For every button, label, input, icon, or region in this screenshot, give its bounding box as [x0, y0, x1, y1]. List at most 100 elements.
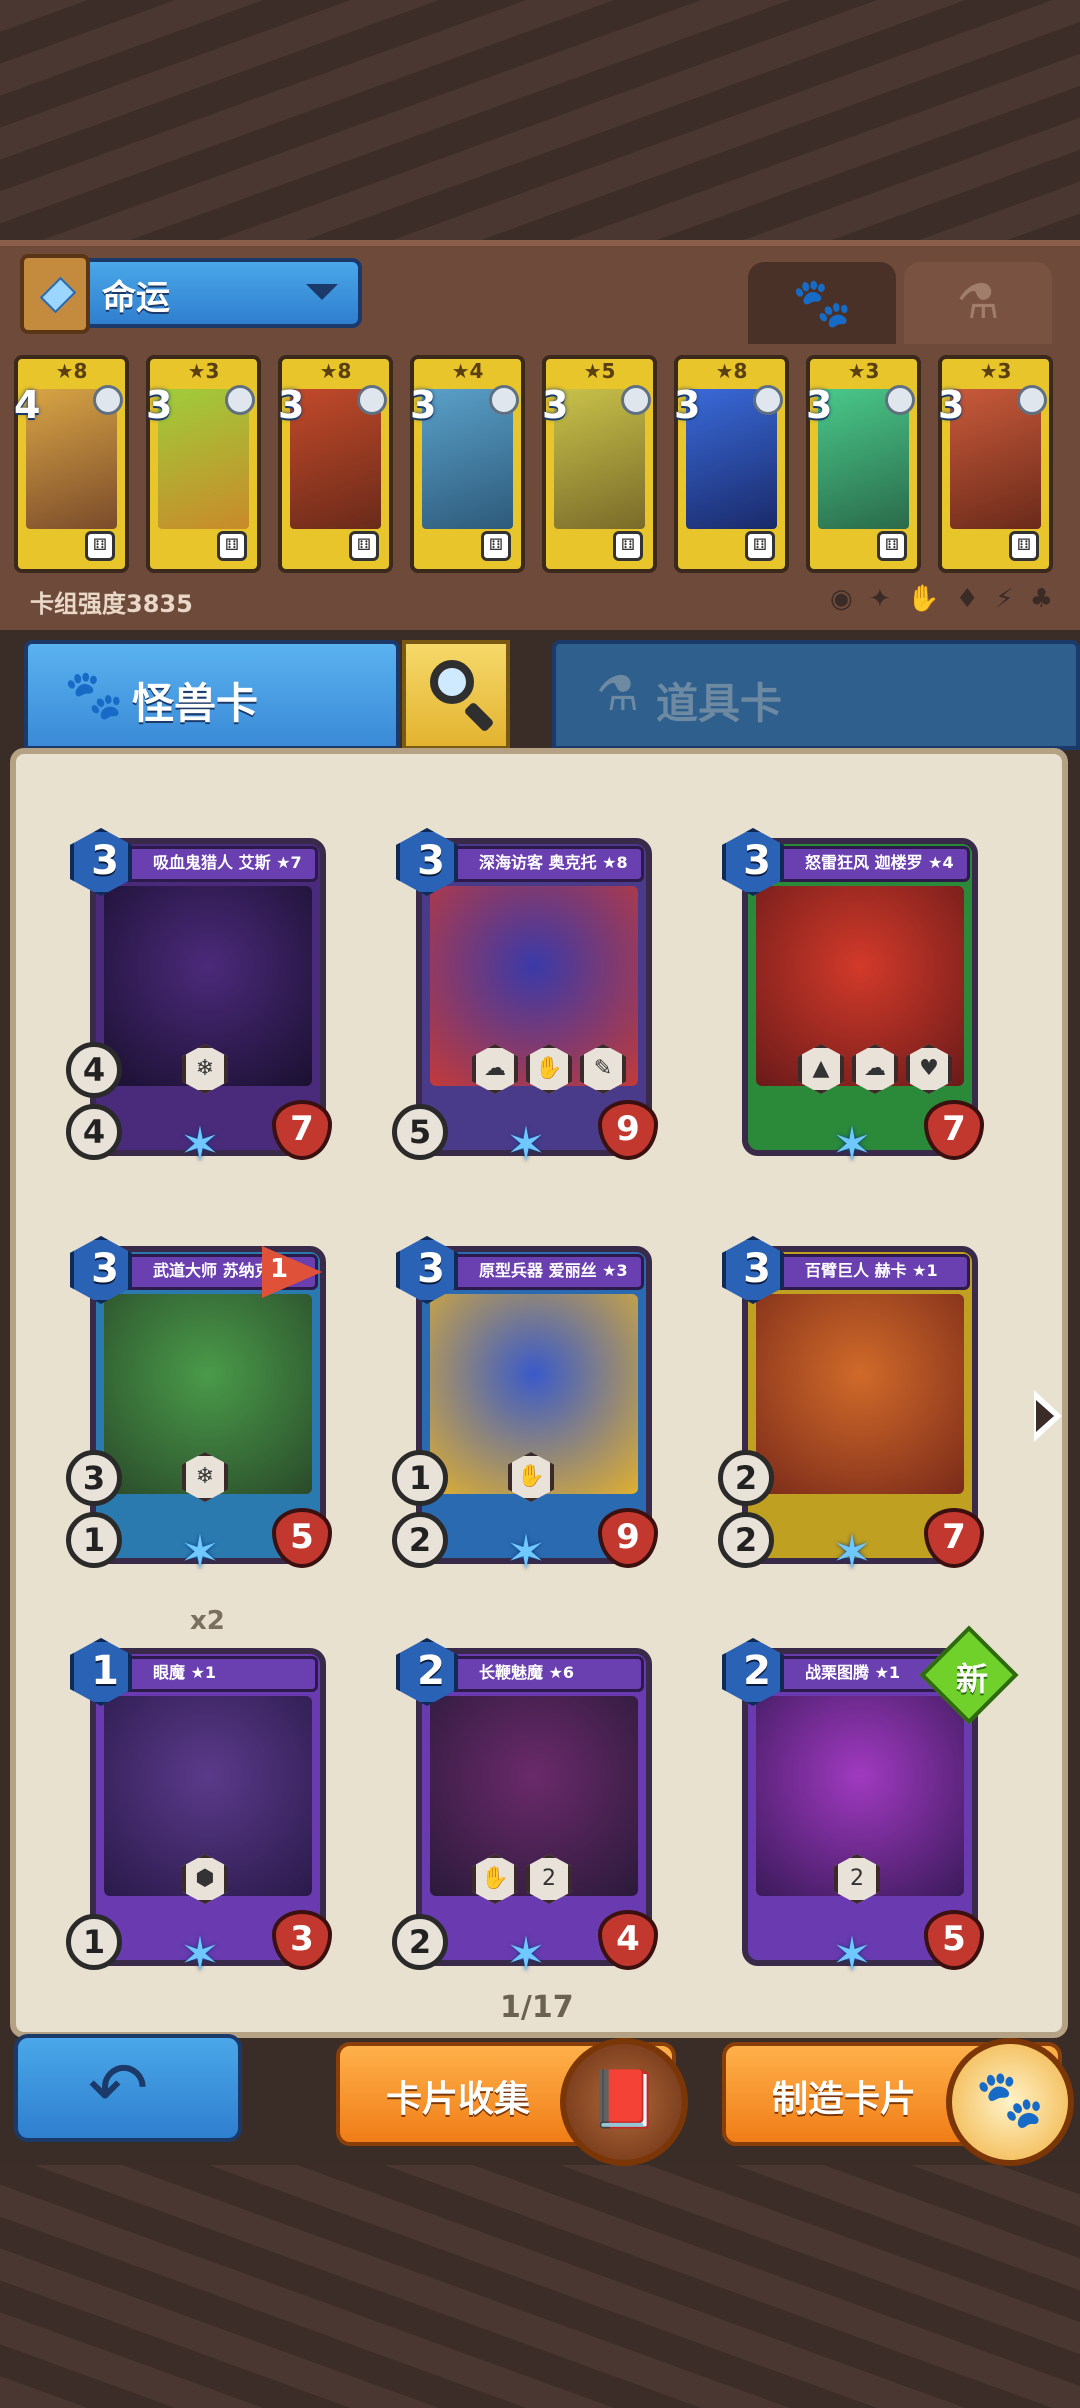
tab-monster-label: 怪兽卡 — [132, 679, 259, 728]
card-name: 深海访客 奥克托 ★8 — [432, 846, 644, 882]
search-button[interactable] — [402, 640, 510, 750]
card-cost: 4 — [14, 383, 41, 427]
element-icon — [93, 385, 123, 415]
deck-strength: 卡组强度3835 — [30, 590, 193, 618]
bottom-bar: ↶ 卡片收集 📕 制造卡片 🐾 — [0, 2020, 1080, 2170]
star-icon: ✶ — [179, 1525, 221, 1581]
card-name: 怒雷狂风 迦楼罗 ★4 — [758, 846, 970, 882]
element-icon — [753, 385, 783, 415]
speed-stat: 2 — [718, 1450, 774, 1506]
speed-stat: 4 — [66, 1042, 122, 1098]
deck-selector[interactable]: 命运 — [20, 254, 362, 334]
monster-card[interactable]: 深海访客 奥克托 ★8 3 ☁ ✋ ✎ 5 9 ✶ — [392, 828, 658, 1173]
card-cost: 3 — [410, 383, 437, 427]
element-icon — [489, 385, 519, 415]
deck-card[interactable]: ★8 3 ⚅ — [278, 355, 393, 573]
monster-card[interactable]: 原型兵器 爱丽丝 ★3 3 ✋ 1 2 9 ✶ — [392, 1236, 658, 1578]
element-icon — [885, 385, 915, 415]
tab-monster-deck[interactable]: 🐾 — [748, 262, 896, 344]
card-stars: ★4 — [451, 359, 484, 383]
card-art — [756, 1294, 964, 1494]
tab-item-deck[interactable]: ⚗ — [904, 262, 1052, 344]
deck-card[interactable]: ★3 3 ⚅ — [938, 355, 1053, 573]
card-cost: 3 — [278, 383, 305, 427]
star-icon: ✶ — [505, 1927, 547, 1983]
speed-stat: 3 — [66, 1450, 122, 1506]
card-book-icon: 📕 — [560, 2038, 688, 2166]
attack-stat: 2 — [718, 1512, 774, 1568]
craft-card-button[interactable]: 制造卡片 🐾 — [722, 2038, 1074, 2166]
deck-book-icon — [20, 254, 90, 334]
potion-icon: ⚗ — [956, 274, 1000, 330]
dice-icon: ⚅ — [877, 531, 907, 561]
star-icon: ✶ — [831, 1927, 873, 1983]
paw-potion-icon: 🐾 — [946, 2038, 1074, 2166]
dice-icon: ⚅ — [349, 531, 379, 561]
monster-card[interactable]: 长鞭魅魔 ★6 2 ✋ 2 2 4 ✶ — [392, 1638, 658, 1983]
attack-stat: 2 — [392, 1512, 448, 1568]
tab-item-label: 道具卡 — [656, 679, 783, 728]
dice-icon: ⚅ — [745, 531, 775, 561]
tab-monster-cards[interactable]: 🐾 怪兽卡 — [24, 640, 400, 750]
craft-card-label: 制造卡片 — [772, 2079, 917, 2120]
card-stars: ★5 — [583, 359, 616, 383]
card-cost: 3 — [146, 383, 173, 427]
monster-card[interactable]: 战栗图腾 ★1 2 2 5 ✶ 新 — [722, 1625, 1019, 1983]
card-name: 眼魔 ★1 — [106, 1656, 318, 1692]
search-icon — [430, 660, 474, 704]
attack-stat: 1 — [66, 1914, 122, 1970]
wood-background-bottom — [0, 2165, 1080, 2408]
element-icon — [357, 385, 387, 415]
card-cost: 3 — [806, 383, 833, 427]
deck-card[interactable]: ★5 3 ⚅ — [542, 355, 657, 573]
element-icon — [225, 385, 255, 415]
back-arrow-icon: ↶ — [88, 2046, 149, 2130]
card-type-tabs: 🐾 怪兽卡 ⚗ 道具卡 — [24, 640, 1080, 750]
attack-stat: 4 — [66, 1104, 122, 1160]
deck-card[interactable]: ★4 3 ⚅ — [410, 355, 525, 573]
card-cost: 3 — [938, 383, 965, 427]
attack-stat: 5 — [392, 1104, 448, 1160]
card-name: 长鞭魅魔 ★6 — [432, 1656, 644, 1692]
deck-card-row: ★8 4 ⚅ ★3 3 ⚅ ★8 3 ⚅ ★4 3 ⚅ ★5 3 ⚅ ★8 3 ⚅ ★3 3 ⚅ ★3 3 ⚅ — [14, 355, 1066, 580]
element-icon — [1017, 385, 1047, 415]
monster-card[interactable]: 吸血鬼猎人 艾斯 ★7 3 ❄ 4 4 7 ✶ — [66, 828, 332, 1173]
card-stars: ★8 — [55, 359, 88, 383]
element-icon — [621, 385, 651, 415]
duplicate-count: x2 — [190, 1606, 225, 1636]
star-icon: ✶ — [831, 1525, 873, 1581]
monster-card[interactable]: 怒雷狂风 迦楼罗 ★4 3 ▲ ☁ ♥ 7 ✶ — [722, 828, 984, 1170]
dice-icon: ⚅ — [1009, 531, 1039, 561]
element-filter-icons[interactable]: ◉ ✦ ✋ ♦ ⚡ ♣ — [830, 584, 1057, 614]
potion-icon: ⚗ — [596, 666, 640, 722]
star-icon: ✶ — [179, 1927, 221, 1983]
star-icon: ✶ — [505, 1117, 547, 1173]
card-stars: ★3 — [979, 359, 1012, 383]
dice-icon: ⚅ — [85, 531, 115, 561]
new-label: 新 — [955, 1660, 988, 1698]
tab-item-cards[interactable]: ⚗ 道具卡 — [552, 640, 1080, 750]
monster-card[interactable]: 眼魔 ★1 1 ⬢ 1 3 ✶ — [66, 1638, 332, 1983]
deck-card[interactable]: ★8 4 ⚅ — [14, 355, 129, 573]
deck-card[interactable]: ★8 3 ⚅ — [674, 355, 789, 573]
star-icon: ✶ — [179, 1117, 221, 1173]
card-name: 百臂巨人 赫卡 ★1 — [758, 1254, 970, 1290]
deck-card[interactable]: ★3 3 ⚅ — [806, 355, 921, 573]
chevron-down-icon — [306, 284, 338, 300]
back-button[interactable]: ↶ — [14, 2034, 242, 2142]
monster-card[interactable]: 武道大师 苏纳克 ★3 3 ❄ 3 1 5 ✶ — [66, 1236, 332, 1581]
card-stars: ★3 — [187, 359, 220, 383]
card-collection-label: 卡片收集 — [386, 2079, 531, 2120]
card-cost: 3 — [542, 383, 569, 427]
monster-card[interactable]: 百臂巨人 赫卡 ★1 3 2 2 7 ✶ — [718, 1236, 984, 1581]
paw-icon: 🐾 — [64, 667, 124, 723]
deck-name: 命运 — [102, 278, 170, 318]
wood-background-top — [0, 0, 1080, 240]
card-cost: 3 — [674, 383, 701, 427]
card-collection-button[interactable]: 卡片收集 📕 — [336, 2038, 688, 2166]
dice-icon: ⚅ — [481, 531, 511, 561]
deck-card[interactable]: ★3 3 ⚅ — [146, 355, 261, 573]
card-stars: ★3 — [847, 359, 880, 383]
card-name: 吸血鬼猎人 艾斯 ★7 — [106, 846, 318, 882]
dice-icon: ⚅ — [613, 531, 643, 561]
